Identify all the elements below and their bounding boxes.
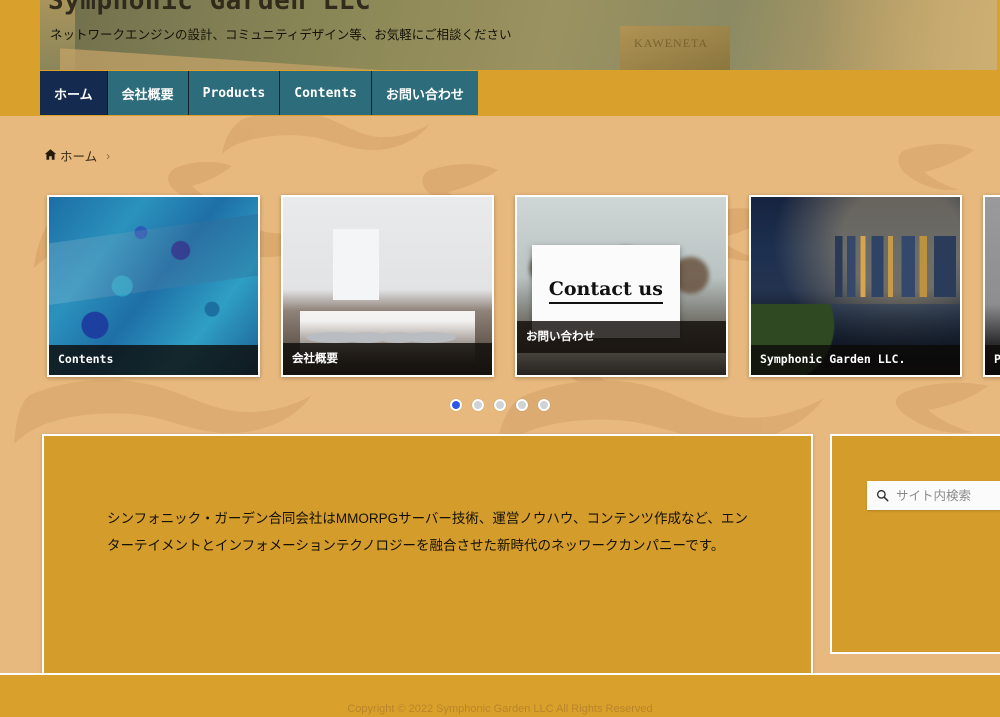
hero-plaque-text: KAWENETA	[634, 36, 709, 50]
content-area: ホーム › Contents 会社概要 Contact us お問い合わせ Sy…	[0, 116, 1000, 717]
carousel-pagination[interactable]	[0, 399, 1000, 411]
carousel-dot-2[interactable]	[472, 399, 484, 411]
contact-us-text: Contact us	[548, 278, 663, 305]
search-input[interactable]	[896, 488, 1000, 503]
breadcrumb-home-label[interactable]: ホーム	[60, 146, 97, 165]
card-carousel[interactable]: Contents 会社概要 Contact us お問い合わせ Symphoni…	[47, 195, 1000, 377]
chevron-right-icon: ›	[106, 148, 111, 163]
hero-left-gutter	[0, 0, 40, 70]
carousel-card-company[interactable]: 会社概要	[281, 195, 494, 377]
site-tagline: ネットワークエンジンの設計、コミュニティデザイン等、お気軽にご相談ください	[50, 28, 512, 42]
nav-item-company[interactable]: 会社概要	[107, 71, 189, 115]
global-nav: ホーム 会社概要 Products Contents お問い合わせ	[40, 71, 478, 115]
card-label: Symphonic Garden LLC.	[751, 345, 960, 375]
sidebar-panel	[830, 434, 1000, 654]
card-label: Contents	[49, 345, 258, 375]
card-label: 会社概要	[283, 343, 492, 375]
lead-paragraph: シンフォニック・ガーデン合同会社はMMORPGサーバー技術、運営ノウハウ、コンテ…	[107, 511, 748, 553]
search-icon	[876, 489, 889, 502]
nav-item-contents[interactable]: Contents	[280, 71, 372, 115]
nav-item-products[interactable]: Products	[188, 71, 281, 115]
carousel-card-company-name[interactable]: Symphonic Garden LLC.	[749, 195, 962, 377]
nav-item-contact[interactable]: お問い合わせ	[371, 71, 478, 115]
breadcrumb: ホーム ›	[44, 146, 110, 165]
card-label: P	[985, 345, 1000, 375]
hero-header: KAWENETA Symphonic Garden LLC ネットワークエンジン…	[0, 0, 1000, 70]
copyright-text: Copyright © 2022 Symphonic Garden LLC Al…	[347, 703, 653, 715]
hero-photo-right-column	[817, 0, 997, 70]
card-label: お問い合わせ	[517, 321, 726, 353]
carousel-dot-4[interactable]	[516, 399, 528, 411]
carousel-dot-3[interactable]	[494, 399, 506, 411]
carousel-card-contact[interactable]: Contact us お問い合わせ	[515, 195, 728, 377]
carousel-dot-5[interactable]	[538, 399, 550, 411]
site-search[interactable]	[867, 481, 1000, 510]
carousel-card-contents[interactable]: Contents	[47, 195, 260, 377]
site-title: Symphonic Garden LLC	[48, 0, 372, 16]
home-icon	[44, 148, 57, 163]
nav-item-home[interactable]: ホーム	[40, 71, 108, 115]
site-footer: Copyright © 2022 Symphonic Garden LLC Al…	[0, 675, 1000, 717]
carousel-card-products[interactable]: P	[983, 195, 1000, 377]
carousel-dot-1[interactable]	[450, 399, 462, 411]
